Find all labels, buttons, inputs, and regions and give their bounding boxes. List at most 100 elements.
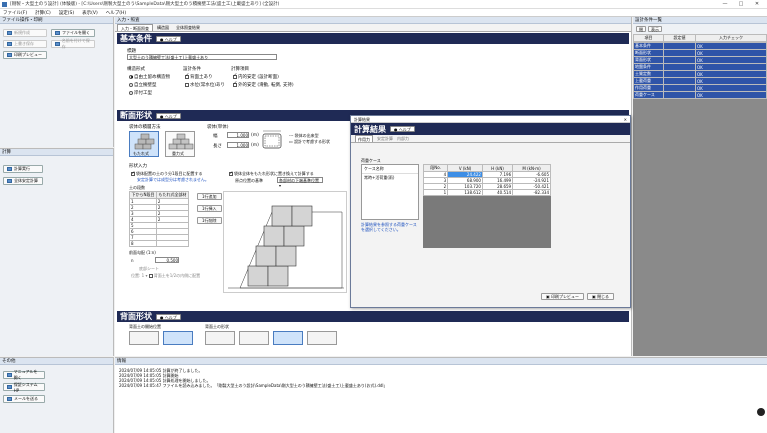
back-start-label: 背面土の開始位置 [129, 324, 161, 329]
back-start-option-2[interactable] [163, 331, 193, 345]
scroll-indicator[interactable] [757, 408, 765, 416]
back-help-button[interactable]: ● ヘルプ [156, 313, 181, 320]
length-unit: (m) [251, 143, 259, 148]
project-title-input[interactable]: 大型土のう積擁壁工法(盛土工)上載盛土あり [127, 54, 277, 60]
back-shape-option-4[interactable] [307, 331, 337, 345]
dialog-close-button[interactable]: ▣ 閉じる [587, 293, 615, 300]
check-internal[interactable]: 内的安定 (設計断面) [233, 73, 279, 80]
print-icon [7, 53, 12, 57]
table-row[interactable]: 地盤条件 OK [633, 63, 767, 71]
back-start-option-1[interactable] [129, 331, 159, 345]
dialog-print-preview-button[interactable]: ▣ 印刷プレビュー [541, 293, 585, 300]
table-row[interactable]: 背面形状 OK [633, 56, 767, 64]
back-shape-title: 背面形状 [120, 312, 152, 321]
gravity-type-button[interactable]: 重力式 [165, 131, 195, 157]
structure-radio-1[interactable]: 自由土留め構造物 [129, 74, 170, 80]
tab-forces[interactable]: 作用力 [355, 135, 373, 142]
dialog-help-button[interactable]: ● ヘルプ [390, 126, 415, 132]
menu-help[interactable]: ヘルプ(H) [106, 10, 126, 16]
minimize-button[interactable]: — [717, 0, 733, 9]
menu-file[interactable]: ファイル(F) [3, 10, 27, 16]
open-file-button[interactable]: ファイルを開く [51, 29, 95, 37]
gravity-stack-icon [168, 133, 194, 150]
tab-internal[interactable]: 内部力 [397, 135, 409, 142]
back-shape-label: 背面土の形状 [205, 324, 229, 329]
case-list-header: ケース名称 [362, 165, 418, 174]
tab-input[interactable]: 入力・断面照査 [117, 24, 153, 31]
check-external[interactable]: 外的安定 (滑動, 転倒, 支持) [233, 81, 294, 88]
calc-icon [7, 167, 12, 171]
design-check-water[interactable]: 水位(常水位)あり [185, 82, 225, 88]
legend-design: ▭ 設計で考慮する形状 [289, 139, 331, 144]
new-file-button[interactable]: 新規作成 [3, 29, 47, 37]
open-manual-button[interactable]: マニュアルを開く [3, 369, 45, 380]
back-shape-option-1[interactable] [205, 331, 235, 345]
basic-conditions-bar: 基本条件 ● ヘルプ [117, 33, 629, 44]
dialog-close-icon[interactable]: ✕ [624, 116, 627, 123]
case-list[interactable]: ケース名称 常時+活荷重(雨) [361, 164, 419, 220]
menu-view[interactable]: 表示(V) [82, 10, 98, 16]
section-help-button[interactable]: ● ヘルプ [156, 112, 181, 119]
leaning-type-button[interactable]: もたれ式 [129, 131, 159, 157]
back-shape-option-3[interactable] [273, 331, 303, 345]
menu-settings[interactable]: 設定(S) [59, 10, 74, 16]
overall-stability-button[interactable]: 全体安定計算 [3, 177, 43, 185]
maximize-button[interactable]: □ [733, 0, 749, 9]
structure-label: 構造形式 [127, 67, 145, 72]
manual-icon [7, 373, 12, 377]
app-icon [2, 2, 7, 7]
width-input[interactable]: 1.000 [227, 132, 249, 138]
tab-stability[interactable]: 安定計算 [377, 135, 393, 142]
table-row[interactable]: 作用荷重 OK [633, 84, 767, 92]
save-as-button[interactable]: 名前を付けて保存 [51, 38, 95, 49]
bag-shape-diagram [262, 130, 282, 149]
delete-row-button[interactable]: 1行削除 [197, 217, 222, 224]
tab-overall-results[interactable]: 全体照査結果 [173, 24, 203, 31]
back-shape-option-2[interactable] [239, 331, 269, 345]
results-grid: 段No. V (kN) H (kN) M (kN·m) 4 24.422 7.196 -6.… [422, 164, 551, 248]
add-row-button[interactable]: 1行追加 [197, 193, 222, 200]
rows-table: 下からN段目 もたれ式全部材 12 22 32 42 5 6 7 8 [129, 191, 190, 247]
log-panel-header: 情報 [115, 358, 767, 365]
table-row[interactable]: 上載荷重 OK [633, 77, 767, 85]
length-input[interactable]: 1.000 [227, 142, 249, 148]
origin-select[interactable]: 各部材の下端基準位置 ▾ [277, 177, 323, 188]
close-window-button[interactable]: ✕ [749, 0, 765, 9]
table-row[interactable]: 基本条件 OK [633, 42, 767, 50]
collapse-button[interactable]: 閉 [636, 26, 646, 32]
toe-position: 位置: 1 ▾ 背面土を1/2の内側に配置 [131, 273, 201, 278]
tab-structure-drawing[interactable]: 構造図 [154, 24, 172, 31]
structure-radio-3[interactable]: 岸付工型 [129, 90, 152, 96]
table-row[interactable]: 断面形状 OK [633, 49, 767, 57]
basic-help-button[interactable]: ● ヘルプ [156, 35, 181, 42]
slope-input[interactable]: 0.500 [155, 257, 179, 263]
title-bar: [剛製・大型土のう設計] (体験版) - [C:\Users\剛製大型土のう\S… [0, 0, 767, 9]
section-drawing [223, 191, 347, 293]
run-calc-button[interactable]: 計算実行 [3, 165, 43, 173]
folder-icon [55, 31, 60, 35]
display-button[interactable]: 表示 [648, 26, 662, 32]
print-preview-button[interactable]: 印刷プレビュー [3, 51, 47, 59]
check-items-label: 計算項目 [231, 67, 249, 72]
window-title: [剛製・大型土のう設計] (体験版) - [C:\Users\剛製大型土のう\S… [10, 2, 280, 7]
insert-row-button[interactable]: 1行挿入 [197, 205, 222, 212]
structure-radio-2[interactable]: 自立擁壁型 [129, 82, 157, 88]
leaning-stack-icon [134, 133, 155, 150]
send-mail-button[interactable]: メールを送る [3, 395, 45, 403]
support-hp-button[interactable]: 保証システムHP [3, 382, 45, 393]
design-check-backfill[interactable]: 背面土あり [185, 73, 213, 80]
save-button[interactable]: 上書き保存 [3, 40, 47, 48]
case-item[interactable]: 常時+活荷重(雨) [362, 174, 418, 182]
mail-icon [7, 397, 12, 401]
dialog-titlebar: 計算結果 ✕ [351, 116, 630, 123]
table-row[interactable]: 1 138.612 40.514 -82.334 [422, 189, 551, 196]
table-row[interactable]: 土質定数 OK [633, 70, 767, 78]
menu-calc[interactable]: 計算(C) [35, 10, 51, 16]
dialog-heading: 計算結果 [354, 124, 386, 134]
dialog-title: 計算結果 [354, 117, 370, 122]
table-row[interactable]: 8 [129, 240, 190, 247]
conditions-table: 項目 設定値 入力チェック [633, 34, 767, 42]
conditions-panel: 設計条件一覧 閉 表示 項目 設定値 入力チェック 基本条件 OK 断面形状 OK 背面… [633, 17, 767, 356]
table-row[interactable]: 荷重ケース OK [633, 91, 767, 99]
stability-icon [7, 179, 12, 183]
